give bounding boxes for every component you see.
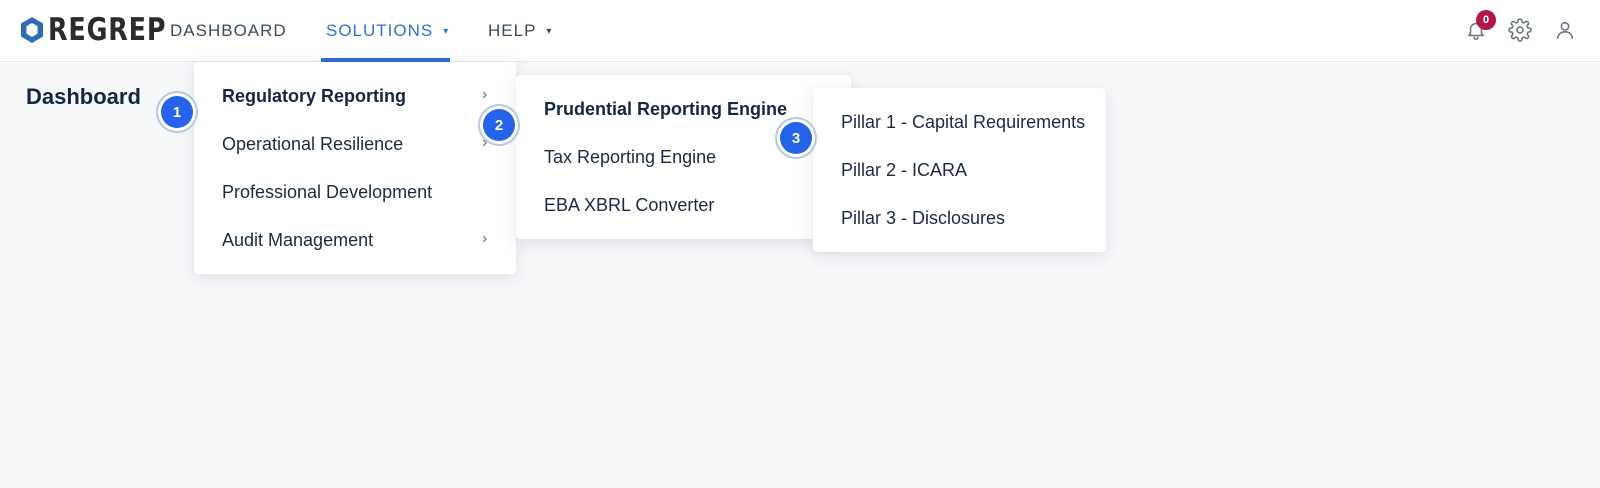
nav-dashboard[interactable]: DASHBOARD (170, 0, 287, 62)
gear-icon (1508, 18, 1532, 42)
nav-solutions-label: SOLUTIONS (326, 21, 434, 40)
notification-count-badge: 0 (1476, 10, 1496, 30)
account-button[interactable] (1551, 16, 1579, 44)
nav-dashboard-label: DASHBOARD (170, 21, 287, 40)
chevron-right-icon: › (482, 230, 488, 247)
top-navigation-bar: REGREP DASHBOARD SOLUTIONS ▾ HELP ▾ 0 (0, 0, 1600, 62)
menu-item-prudential-reporting-engine[interactable]: Prudential Reporting Engine (544, 99, 787, 120)
regulatory-reporting-submenu: Prudential Reporting Engine Tax Reportin… (516, 75, 851, 239)
user-icon (1556, 21, 1574, 40)
menu-item-eba-xbrl-converter[interactable]: EBA XBRL Converter (544, 195, 714, 216)
regrep-logo[interactable]: REGREP (20, 14, 192, 46)
solutions-dropdown-menu: Regulatory Reporting › Operational Resil… (194, 62, 516, 274)
menu-item-operational-resilience[interactable]: Operational Resilience (222, 134, 403, 155)
menu-item-tax-reporting-engine[interactable]: Tax Reporting Engine (544, 147, 716, 168)
menu-item-audit-management[interactable]: Audit Management (222, 230, 373, 251)
caret-down-icon: ▾ (443, 25, 450, 37)
brand-name: REGREP (48, 12, 167, 48)
step-marker-1: 1 (161, 96, 193, 128)
step-marker-2: 2 (483, 109, 515, 141)
chevron-right-icon: › (482, 86, 488, 103)
menu-item-regulatory-reporting[interactable]: Regulatory Reporting (222, 86, 406, 107)
caret-down-icon: ▾ (546, 25, 553, 37)
nav-help-label: HELP (488, 21, 537, 40)
prudential-reporting-submenu: Pillar 1 - Capital Requirements Pillar 2… (813, 88, 1106, 252)
chevron-right-icon: › (482, 134, 488, 151)
page-title: Dashboard (26, 84, 141, 109)
step-marker-3: 3 (780, 122, 812, 154)
nav-solutions[interactable]: SOLUTIONS ▾ (326, 0, 449, 62)
menu-item-professional-development[interactable]: Professional Development (222, 182, 432, 203)
menu-item-pillar-1[interactable]: Pillar 1 - Capital Requirements (841, 112, 1085, 133)
settings-button[interactable] (1506, 16, 1534, 44)
menu-item-pillar-3[interactable]: Pillar 3 - Disclosures (841, 208, 1005, 229)
menu-item-pillar-2[interactable]: Pillar 2 - ICARA (841, 160, 967, 181)
nav-help[interactable]: HELP ▾ (488, 0, 552, 62)
hexagon-logo-icon (21, 17, 43, 43)
